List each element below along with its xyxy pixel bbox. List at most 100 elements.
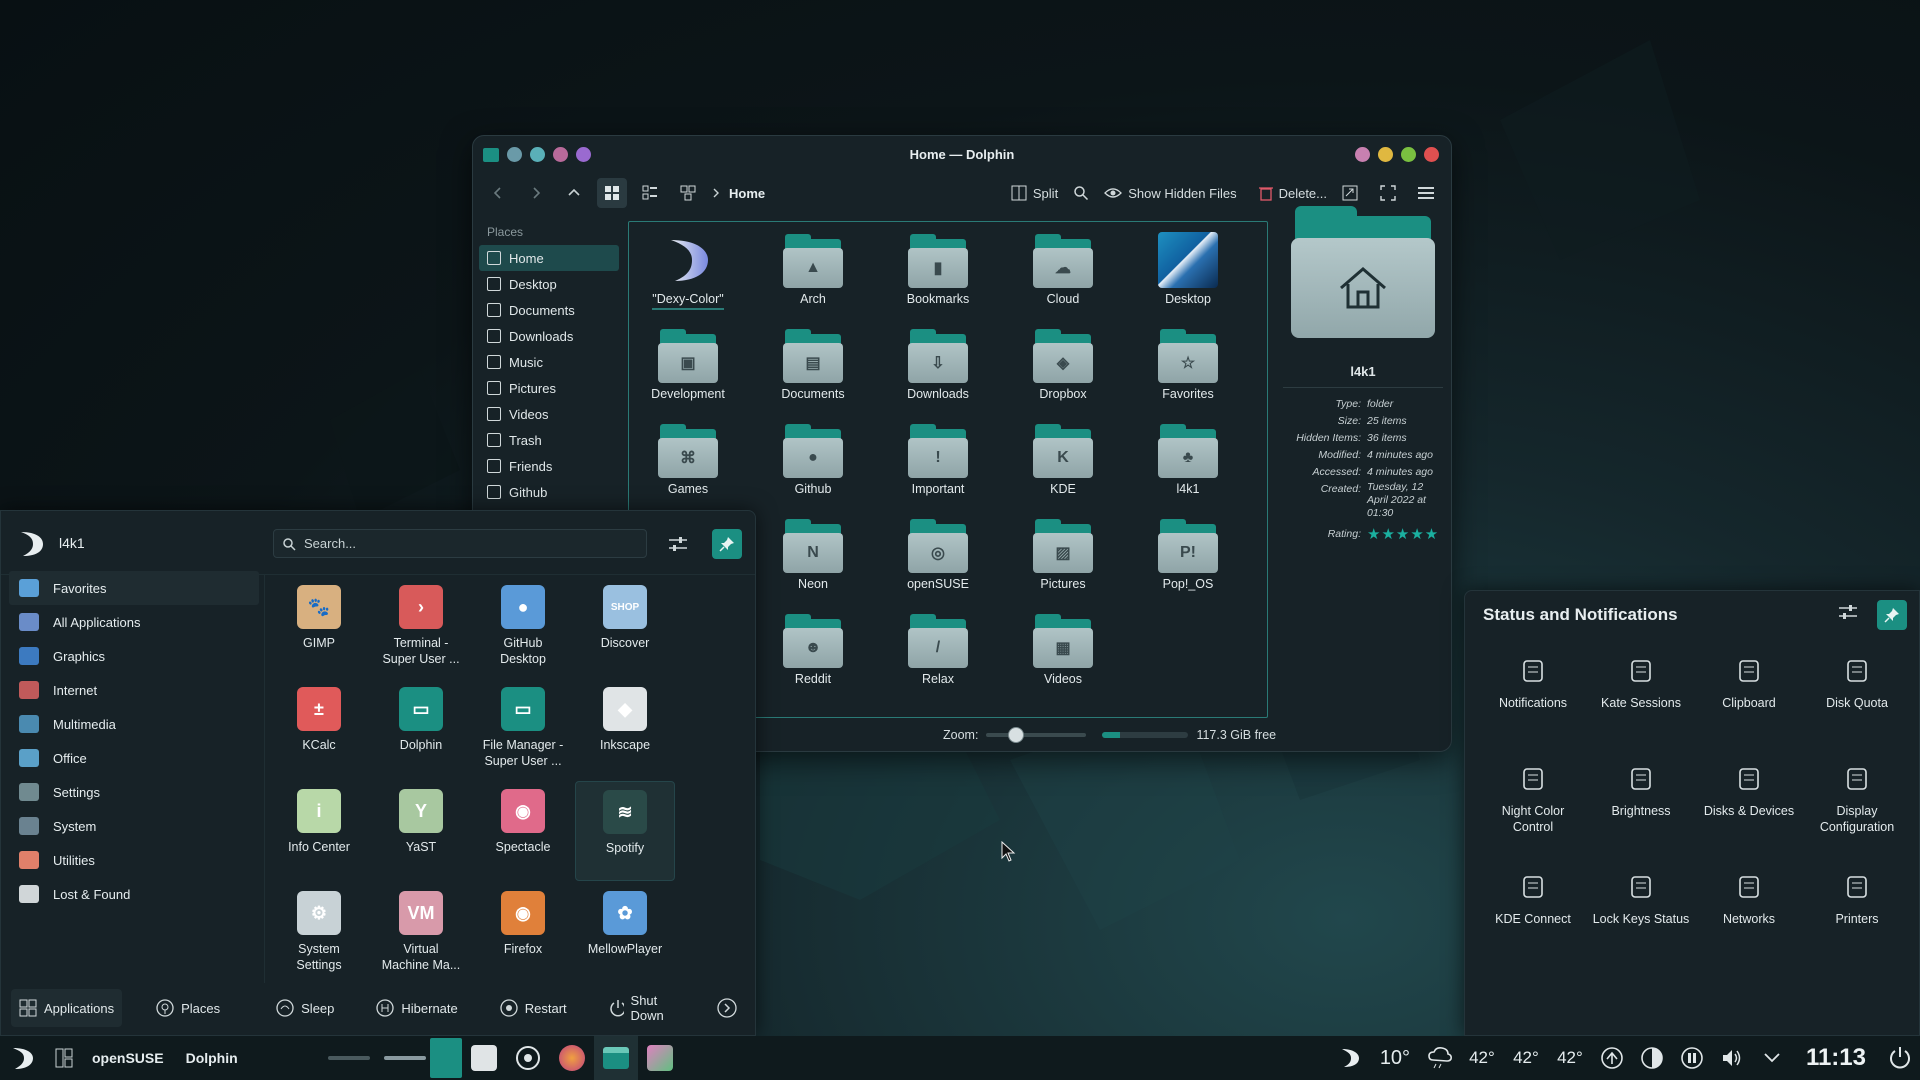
app-info[interactable]: i Info Center <box>269 781 369 881</box>
breadcrumb-home[interactable]: Home <box>729 186 765 201</box>
app-mellowplayer[interactable]: ✿ MellowPlayer <box>575 883 675 983</box>
file-item[interactable]: Desktop <box>1133 232 1243 324</box>
category-internet[interactable]: Internet <box>9 673 259 707</box>
places-item-github[interactable]: Github <box>479 479 619 505</box>
category-system[interactable]: System <box>9 809 259 843</box>
app-firefox[interactable]: ◉ Firefox <box>473 883 573 983</box>
category-office[interactable]: Office <box>9 741 259 775</box>
fullscreen-button[interactable] <box>1373 178 1403 208</box>
desktop-2[interactable] <box>383 1056 426 1060</box>
taskbar-kcalc[interactable] <box>638 1036 682 1080</box>
back-button[interactable] <box>483 178 513 208</box>
category-graphics[interactable]: Graphics <box>9 639 259 673</box>
details-view-button[interactable] <box>673 178 703 208</box>
file-item[interactable]: N Neon <box>758 517 868 609</box>
application-launcher[interactable]: l4k1 Favorites All Applications Graphics In… <box>0 510 756 1036</box>
sleep-button[interactable]: Sleep <box>268 989 342 1027</box>
icons-view-button[interactable] <box>597 178 627 208</box>
places-item-videos[interactable]: Videos <box>479 401 619 427</box>
app-spotify[interactable]: ≋ Spotify <box>575 781 675 881</box>
status-item-kate[interactable]: Kate Sessions <box>1587 655 1695 711</box>
minimize-button[interactable] <box>1378 147 1393 162</box>
status-item-printers[interactable]: Printers <box>1803 871 1911 927</box>
file-item[interactable]: K KDE <box>1008 422 1118 514</box>
file-item[interactable]: ▣ Development <box>633 327 743 419</box>
zoom-slider[interactable] <box>986 727 1087 743</box>
places-item-pictures[interactable]: Pictures <box>479 375 619 401</box>
status-pin-button[interactable] <box>1877 600 1907 630</box>
maximize-button[interactable] <box>1401 147 1416 162</box>
search-button[interactable] <box>1066 178 1096 208</box>
hibernate-button[interactable]: Hibernate <box>368 989 465 1027</box>
pin-button[interactable] <box>712 529 742 559</box>
app-spectacle[interactable]: ◉ Spectacle <box>473 781 573 881</box>
app-kcalc[interactable]: ± KCalc <box>269 679 369 779</box>
status-configure-button[interactable] <box>1839 604 1857 620</box>
app-gimp[interactable]: 🐾 GIMP <box>269 577 369 677</box>
file-item[interactable]: ☆ Favorites <box>1133 327 1243 419</box>
app-terminal[interactable]: › Terminal - Super User ... <box>371 577 471 677</box>
status-item-disks[interactable]: Disks & Devices <box>1695 763 1803 819</box>
file-item[interactable]: ♣ l4k1 <box>1133 422 1243 514</box>
places-item-documents[interactable]: Documents <box>479 297 619 323</box>
launcher-button[interactable] <box>0 1036 44 1080</box>
category-multimedia[interactable]: Multimedia <box>9 707 259 741</box>
app-inkscape[interactable]: ◆ Inkscape <box>575 679 675 779</box>
night-color-tray-icon[interactable] <box>1632 1036 1672 1080</box>
places-item-desktop[interactable]: Desktop <box>479 271 619 297</box>
file-item[interactable]: ⌘ Games <box>633 422 743 514</box>
search-input[interactable] <box>304 536 604 551</box>
show-hidden-files-button[interactable]: Show Hidden Files <box>1104 178 1237 208</box>
taskbar-firefox[interactable] <box>550 1036 594 1080</box>
rating-stars[interactable]: ★★★★★ <box>1367 526 1443 543</box>
status-item-networks[interactable]: Networks <box>1695 871 1803 927</box>
fit-button[interactable] <box>1335 178 1365 208</box>
clock[interactable]: 11:13 <box>1806 1044 1866 1072</box>
file-item[interactable]: ▲ Arch <box>758 232 868 324</box>
file-item[interactable]: ◈ Dropbox <box>1008 327 1118 419</box>
taskbar-inkscape[interactable] <box>462 1036 506 1080</box>
file-item[interactable]: ▮ Bookmarks <box>883 232 993 324</box>
title-bar[interactable]: Home — Dolphin <box>473 136 1451 172</box>
places-tab[interactable]: Places <box>148 989 228 1027</box>
status-item-night[interactable]: Night Color Control <box>1479 763 1587 835</box>
taskbar-item-opensuse[interactable]: openSUSE <box>92 1050 164 1066</box>
tray-launcher-icon[interactable] <box>1330 1036 1370 1080</box>
split-button[interactable]: Split <box>1011 178 1058 208</box>
status-item-lock[interactable]: Lock Keys Status <box>1587 871 1695 927</box>
file-item[interactable]: ! Important <box>883 422 993 514</box>
app-yast[interactable]: Y YaST <box>371 781 471 881</box>
help-button[interactable] <box>1355 147 1370 162</box>
app-system[interactable]: ⚙ System Settings <box>269 883 369 983</box>
up-button[interactable] <box>559 178 589 208</box>
file-item[interactable]: ◎ openSUSE <box>883 517 993 609</box>
places-item-trash[interactable]: Trash <box>479 427 619 453</box>
category-utilities[interactable]: Utilities <box>9 843 259 877</box>
file-item[interactable]: ☁ Cloud <box>1008 232 1118 324</box>
window-menu-button[interactable] <box>507 147 522 162</box>
taskbar-system-settings[interactable] <box>506 1036 550 1080</box>
shade-button[interactable] <box>576 147 591 162</box>
shutdown-button[interactable]: Shut Down <box>601 989 691 1027</box>
more-power-options-button[interactable] <box>717 998 737 1018</box>
places-item-home[interactable]: Home <box>479 245 619 271</box>
file-item[interactable]: ▦ Videos <box>1008 612 1118 704</box>
delete-button[interactable]: Delete... <box>1258 178 1327 208</box>
status-item-clipboard[interactable]: Clipboard <box>1695 655 1803 711</box>
desktop-3[interactable] <box>429 1038 462 1078</box>
power-icon[interactable] <box>1880 1036 1920 1080</box>
pager-button[interactable] <box>44 1036 84 1080</box>
desktop-1[interactable] <box>327 1056 370 1060</box>
updates-icon[interactable] <box>1592 1036 1632 1080</box>
weather-icon[interactable] <box>1420 1036 1460 1080</box>
file-item[interactable]: ⇩ Downloads <box>883 327 993 419</box>
file-item[interactable]: ☻ Reddit <box>758 612 868 704</box>
forward-button[interactable] <box>521 178 551 208</box>
sensor-temp-2[interactable]: 42° <box>1504 1036 1548 1080</box>
configure-button[interactable] <box>665 531 691 557</box>
category-all-applications[interactable]: All Applications <box>9 605 259 639</box>
status-item-disk[interactable]: Disk Quota <box>1803 655 1911 711</box>
status-item-notifications[interactable]: Notifications <box>1479 655 1587 711</box>
close-button[interactable] <box>1424 147 1439 162</box>
file-item[interactable]: ● Github <box>758 422 868 514</box>
